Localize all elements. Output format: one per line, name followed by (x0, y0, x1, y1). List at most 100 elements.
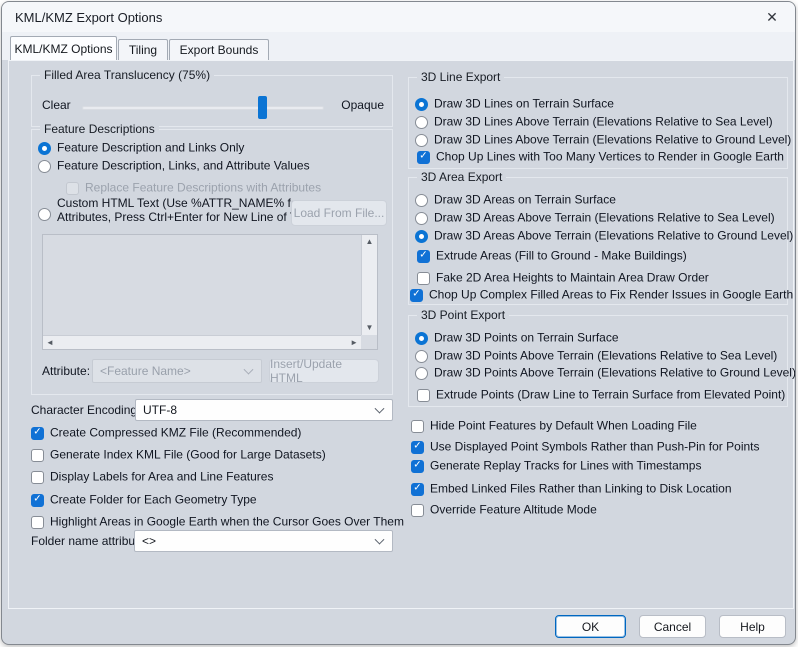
radio-label: Draw 3D Areas Above Terrain (Elevations … (434, 211, 775, 225)
radio-icon (415, 367, 428, 380)
character-encoding-label: Character Encoding: (31, 403, 140, 417)
checkbox-chop-lines[interactable]: ✓ Chop Up Lines with Too Many Vertices t… (417, 149, 784, 165)
tab-label: Tiling (129, 43, 157, 57)
scroll-up-icon[interactable]: ▲ (363, 235, 377, 249)
horizontal-scrollbar[interactable]: ◄ ► (43, 335, 361, 349)
vertical-scrollbar[interactable]: ▲ ▼ (361, 235, 377, 335)
radio-icon (415, 116, 428, 129)
checkbox-label: Chop Up Complex Filled Areas to Fix Rend… (429, 288, 793, 302)
ok-button[interactable]: OK (555, 615, 626, 638)
checkbox-icon (31, 449, 44, 462)
checkbox-label: Use Displayed Point Symbols Rather than … (430, 440, 760, 454)
checkbox-label: Create Compressed KMZ File (Recommended) (50, 426, 301, 440)
checkbox-label: Hide Point Features by Default When Load… (430, 419, 697, 433)
line-export-group-title: 3D Line Export (417, 70, 504, 84)
radio-points-terrain-surface[interactable]: Draw 3D Points on Terrain Surface (415, 330, 619, 346)
check-icon: ✓ (419, 251, 427, 261)
checkbox-icon (411, 504, 424, 517)
button-label: Load From File... (294, 206, 385, 220)
checkbox-checked-icon: ✓ (411, 441, 424, 454)
kml-kmz-export-dialog: KML/KMZ Export Options ✕ KML/KMZ Options… (1, 1, 796, 645)
checkbox-create-kmz[interactable]: ✓ Create Compressed KMZ File (Recommende… (31, 425, 301, 441)
area-export-group: 3D Area Export Draw 3D Areas on Terrain … (408, 177, 788, 305)
checkbox-label: Extrude Areas (Fill to Ground - Make Bui… (436, 249, 687, 263)
point-export-group-title: 3D Point Export (417, 308, 509, 322)
load-from-file-button: Load From File... (291, 200, 387, 226)
radio-label: Draw 3D Areas on Terrain Surface (434, 193, 616, 207)
checkbox-display-labels[interactable]: Display Labels for Area and Line Feature… (31, 469, 273, 485)
translucency-slider-track[interactable] (82, 106, 324, 110)
close-icon[interactable]: ✕ (757, 5, 787, 29)
button-label: Cancel (654, 620, 691, 634)
check-icon: ✓ (413, 442, 421, 452)
radio-points-above-sea[interactable]: Draw 3D Points Above Terrain (Elevations… (415, 348, 777, 364)
radio-label: Feature Description and Links Only (57, 141, 244, 155)
checkbox-label: Generate Replay Tracks for Lines with Ti… (430, 459, 701, 473)
checkbox-label: Fake 2D Area Heights to Maintain Area Dr… (436, 271, 709, 285)
radio-areas-above-ground[interactable]: Draw 3D Areas Above Terrain (Elevations … (415, 228, 793, 244)
cancel-button[interactable]: Cancel (639, 615, 706, 638)
tab-export-bounds[interactable]: Export Bounds (169, 39, 269, 60)
tab-label: Export Bounds (180, 43, 259, 57)
checkbox-checked-icon: ✓ (417, 250, 430, 263)
translucency-group-title: Filled Area Translucency (75%) (40, 68, 214, 82)
line-export-group: 3D Line Export Draw 3D Lines on Terrain … (408, 77, 788, 169)
checkbox-override-altitude-mode[interactable]: Override Feature Altitude Mode (411, 502, 597, 518)
radio-icon (415, 350, 428, 363)
checkbox-disabled-icon (66, 182, 79, 195)
folder-name-attribute-combobox[interactable]: <> (134, 530, 393, 552)
checkbox-icon (417, 272, 430, 285)
attribute-label: Attribute: (42, 364, 90, 378)
tab-page: Filled Area Translucency (75%) Clear Opa… (8, 60, 794, 609)
radio-label: Draw 3D Points Above Terrain (Elevations… (434, 366, 796, 380)
check-icon: ✓ (413, 461, 421, 471)
tab-tiling[interactable]: Tiling (118, 39, 168, 60)
checkbox-chop-complex-areas[interactable]: ✓ Chop Up Complex Filled Areas to Fix Re… (410, 287, 793, 303)
translucency-slider-thumb[interactable] (258, 96, 267, 119)
checkbox-label: Display Labels for Area and Line Feature… (50, 470, 273, 484)
checkbox-hide-point-features[interactable]: Hide Point Features by Default When Load… (411, 418, 697, 434)
translucency-group: Filled Area Translucency (75%) Clear Opa… (31, 75, 393, 127)
titlebar: KML/KMZ Export Options ✕ (2, 2, 795, 32)
help-button[interactable]: Help (719, 615, 786, 638)
checkbox-checked-icon: ✓ (31, 494, 44, 507)
radio-feature-desc-links-attrs[interactable]: Feature Description, Links, and Attribut… (38, 158, 310, 174)
radio-label: Draw 3D Points Above Terrain (Elevations… (434, 349, 777, 363)
checkbox-generate-replay-tracks[interactable]: ✓ Generate Replay Tracks for Lines with … (411, 458, 701, 474)
checkbox-highlight-areas[interactable]: Highlight Areas in Google Earth when the… (31, 514, 404, 530)
checkbox-extrude-areas[interactable]: ✓ Extrude Areas (Fill to Ground - Make B… (417, 248, 687, 264)
radio-areas-above-sea[interactable]: Draw 3D Areas Above Terrain (Elevations … (415, 210, 775, 226)
chevron-down-icon (244, 365, 254, 375)
radio-custom-html[interactable] (38, 206, 51, 222)
checkbox-fake-2d-heights[interactable]: Fake 2D Area Heights to Maintain Area Dr… (417, 270, 709, 286)
radio-label: Draw 3D Points on Terrain Surface (434, 331, 619, 345)
checkbox-generate-index-kml[interactable]: Generate Index KML File (Good for Large … (31, 447, 326, 463)
folder-name-attribute-label: Folder name attribute: (31, 534, 148, 548)
scroll-left-icon[interactable]: ◄ (43, 336, 57, 350)
insert-update-html-button: Insert/Update HTML (269, 359, 379, 383)
character-encoding-combobox[interactable]: UTF-8 (135, 399, 393, 421)
checkbox-embed-linked-files[interactable]: ✓ Embed Linked Files Rather than Linking… (411, 481, 732, 497)
button-label: Insert/Update HTML (270, 357, 378, 385)
radio-lines-above-sea[interactable]: Draw 3D Lines Above Terrain (Elevations … (415, 114, 773, 130)
checkbox-label: Extrude Points (Draw Line to Terrain Sur… (436, 388, 785, 402)
radio-lines-terrain-surface[interactable]: Draw 3D Lines on Terrain Surface (415, 96, 614, 112)
radio-selected-icon (415, 98, 428, 111)
checkbox-use-point-symbols[interactable]: ✓ Use Displayed Point Symbols Rather tha… (411, 439, 760, 455)
checkbox-label: Create Folder for Each Geometry Type (50, 493, 257, 507)
radio-areas-terrain-surface[interactable]: Draw 3D Areas on Terrain Surface (415, 192, 616, 208)
scroll-down-icon[interactable]: ▼ (363, 321, 377, 335)
radio-feature-desc-links-only[interactable]: Feature Description and Links Only (38, 140, 244, 156)
checkbox-create-folder[interactable]: ✓ Create Folder for Each Geometry Type (31, 492, 257, 508)
tab-strip: KML/KMZ Options Tiling Export Bounds (2, 32, 795, 60)
checkbox-extrude-points[interactable]: Extrude Points (Draw Line to Terrain Sur… (417, 387, 785, 403)
radio-points-above-ground[interactable]: Draw 3D Points Above Terrain (Elevations… (415, 365, 796, 381)
check-icon: ✓ (33, 428, 41, 438)
radio-label: Draw 3D Lines Above Terrain (Elevations … (434, 133, 791, 147)
scroll-right-icon[interactable]: ► (347, 336, 361, 350)
tab-kml-kmz-options[interactable]: KML/KMZ Options (10, 36, 117, 60)
chevron-down-icon (375, 404, 385, 414)
radio-selected-icon (38, 142, 51, 155)
radio-lines-above-ground[interactable]: Draw 3D Lines Above Terrain (Elevations … (415, 132, 791, 148)
radio-icon (38, 208, 51, 221)
